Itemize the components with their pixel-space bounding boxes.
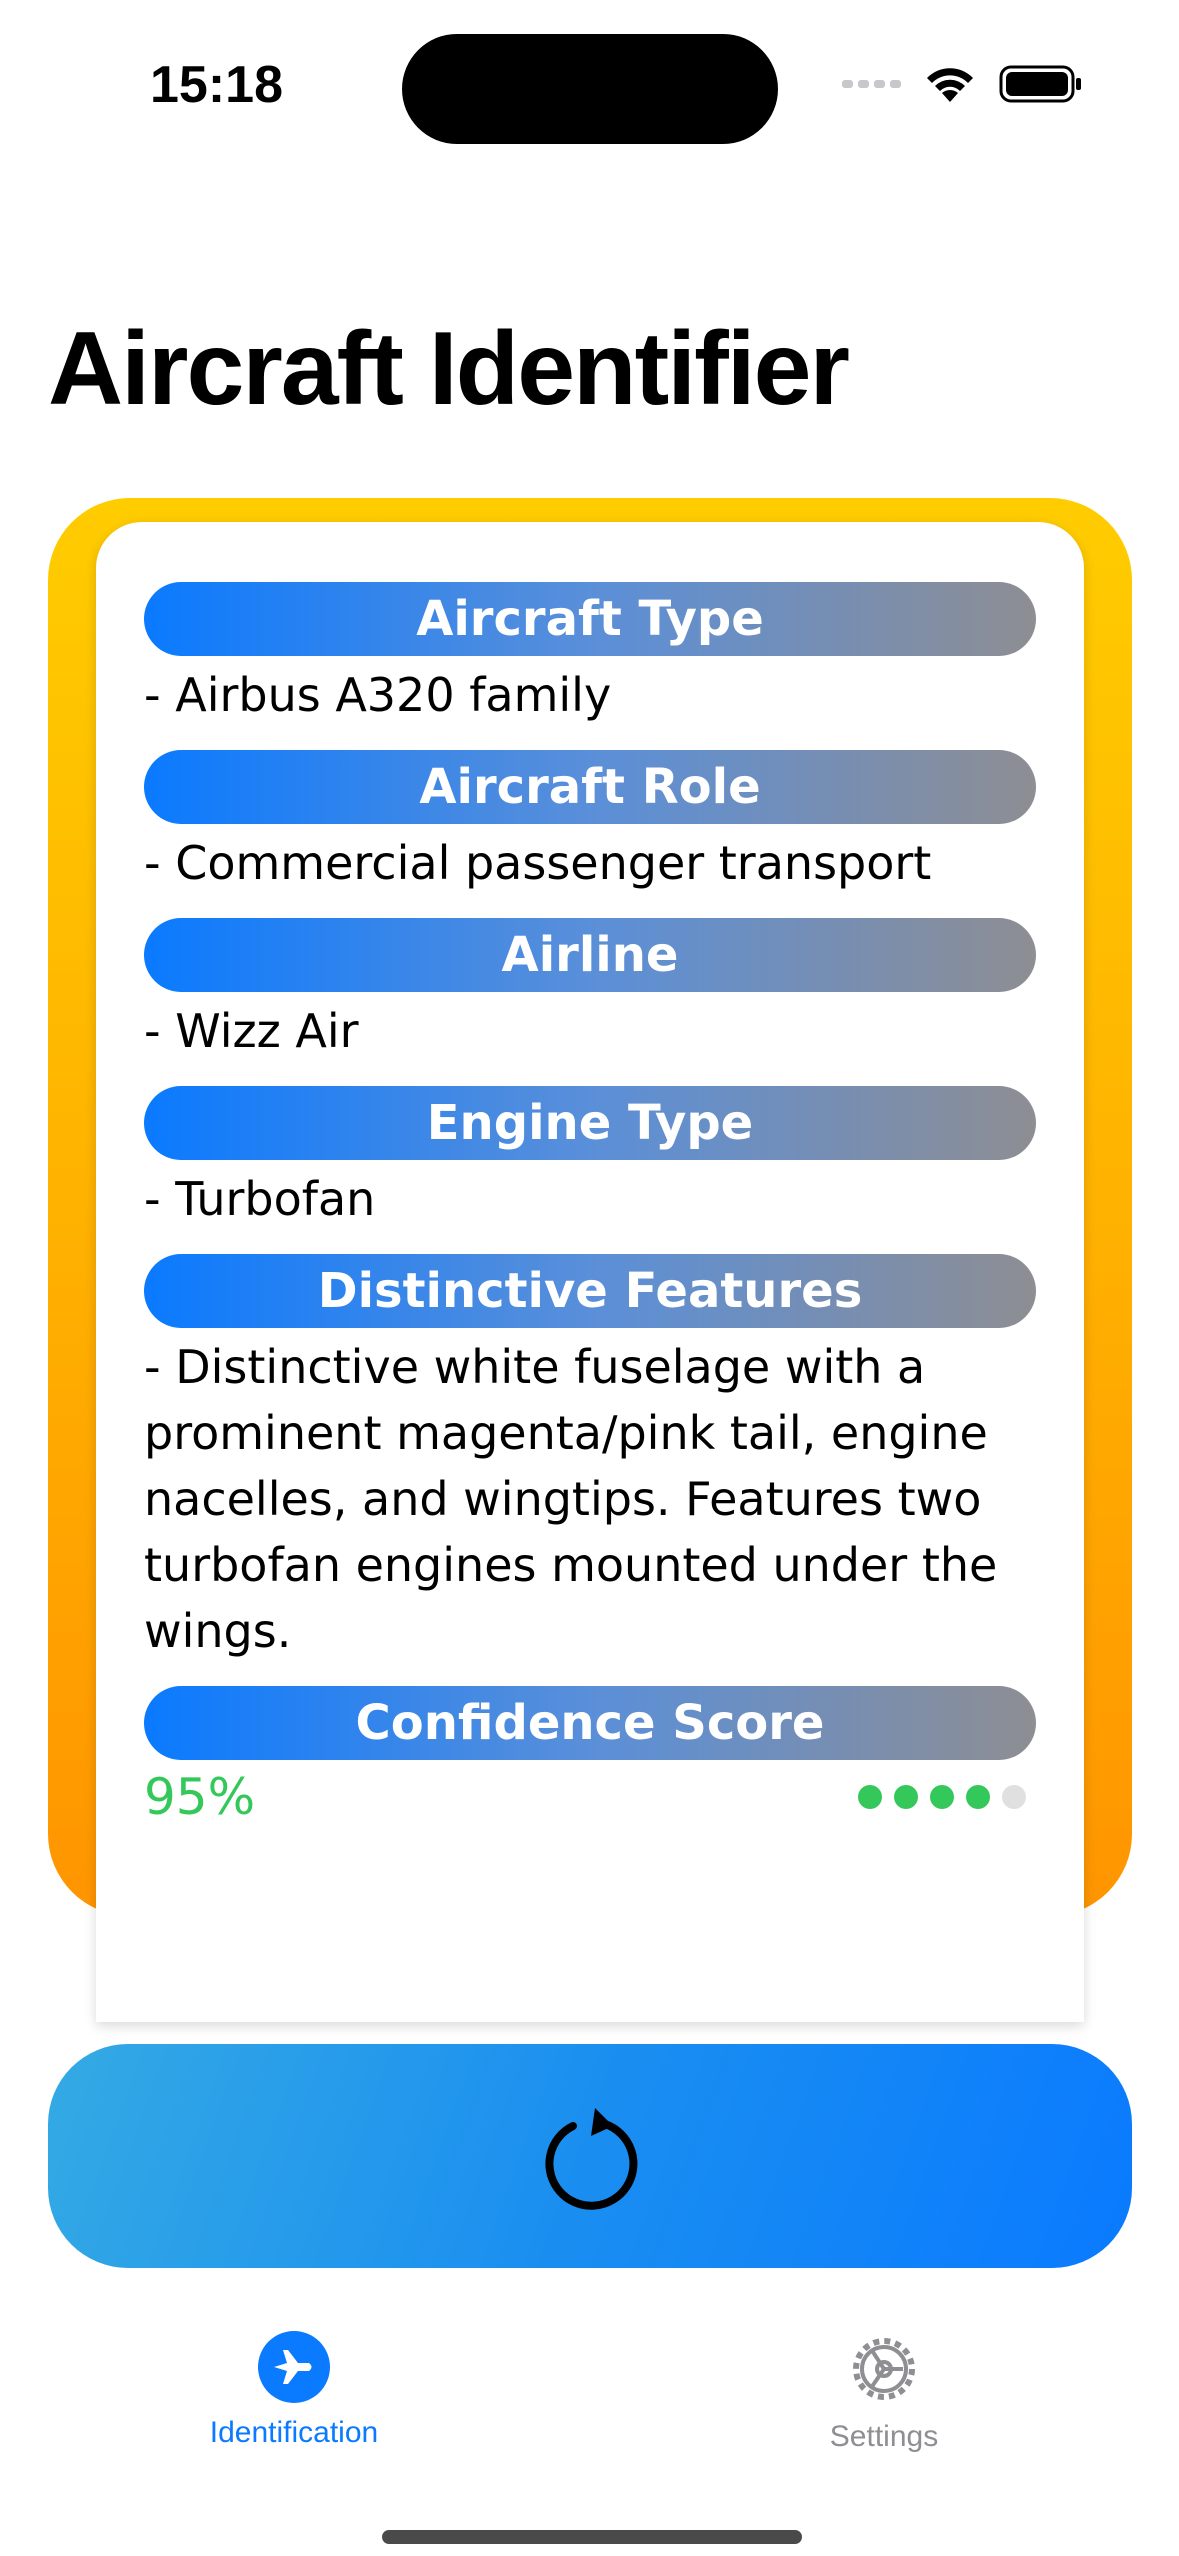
- confidence-value: 95%: [144, 1768, 256, 1826]
- section-header: Aircraft Type: [144, 582, 1036, 656]
- section-header: Engine Type: [144, 1086, 1036, 1160]
- wifi-icon: [927, 68, 973, 102]
- dynamic-island: [402, 34, 778, 144]
- battery-icon: [999, 65, 1081, 103]
- section-aircraft-role: Aircraft Role - Commercial passenger tra…: [144, 750, 1036, 896]
- refresh-button[interactable]: [48, 2044, 1132, 2268]
- status-time: 15:18: [150, 56, 283, 114]
- section-airline: Airline - Wizz Air: [144, 918, 1036, 1064]
- airplane-icon: [258, 2331, 330, 2403]
- result-card-content[interactable]: Aircraft Type - Airbus A320 family Aircr…: [96, 522, 1084, 2022]
- tab-identification[interactable]: Identification: [144, 2330, 444, 2450]
- confidence-dot-empty: [1002, 1785, 1026, 1809]
- app-screen: 15:18 Aircraft Identifier Aircraft Type …: [0, 0, 1179, 2556]
- section-body: - Turbofan: [144, 1172, 376, 1226]
- confidence-dot-filled: [930, 1785, 954, 1809]
- refresh-icon: [545, 2108, 638, 2210]
- confidence-level-indicator: [858, 1785, 1036, 1809]
- section-header: Aircraft Role: [144, 750, 1036, 824]
- section-aircraft-type: Aircraft Type - Airbus A320 family: [144, 582, 1036, 728]
- gear-icon: [853, 2338, 915, 2400]
- confidence-dot-filled: [858, 1785, 882, 1809]
- section-engine-type: Engine Type - Turbofan: [144, 1086, 1036, 1232]
- confidence-dot-filled: [966, 1785, 990, 1809]
- section-body: - Airbus A320 family: [144, 668, 612, 722]
- section-header: Distinctive Features: [144, 1254, 1036, 1328]
- section-body: - Wizz Air: [144, 1004, 359, 1058]
- confidence-dot-filled: [894, 1785, 918, 1809]
- tab-label: Identification: [209, 2416, 379, 2449]
- result-card: Aircraft Type - Airbus A320 family Aircr…: [48, 498, 1132, 2022]
- cellular-signal-icon: [842, 80, 901, 88]
- section-header: Confidence Score: [144, 1686, 1036, 1760]
- tab-label: Settings: [829, 2420, 939, 2453]
- tab-settings[interactable]: Settings: [734, 2330, 1034, 2454]
- section-header: Airline: [144, 918, 1036, 992]
- confidence-row: 95%: [144, 1768, 1036, 1826]
- status-icons: [842, 64, 1083, 104]
- section-distinctive-features: Distinctive Features - Distinctive white…: [144, 1254, 1036, 1664]
- section-body: - Distinctive white fuselage with a prom…: [144, 1340, 998, 1658]
- section-body: - Commercial passenger transport: [144, 836, 932, 890]
- page-title: Aircraft Identifier: [48, 311, 850, 427]
- section-confidence-score: Confidence Score 95%: [144, 1686, 1036, 1826]
- home-indicator[interactable]: [382, 2530, 802, 2544]
